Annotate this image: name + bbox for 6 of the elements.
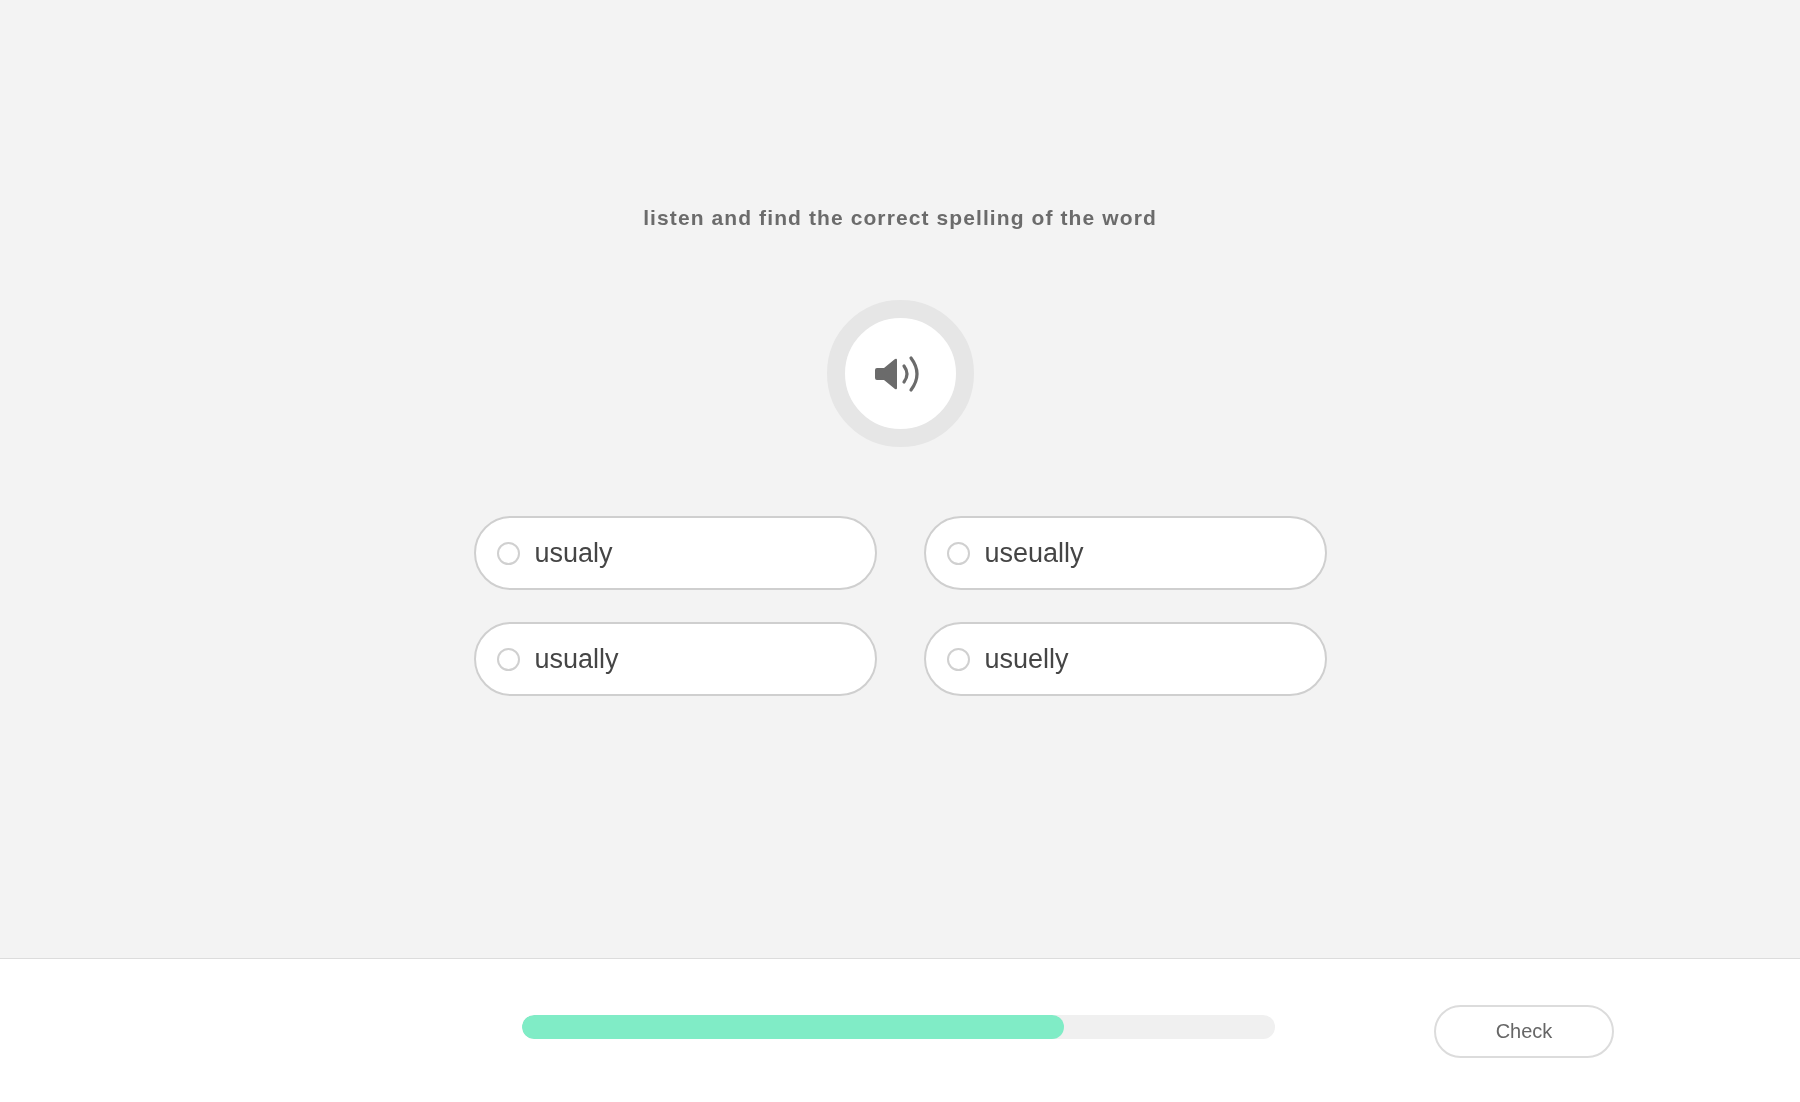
check-button[interactable]: Check bbox=[1434, 1005, 1614, 1058]
instruction-text: listen and find the correct spelling of the word bbox=[643, 205, 1157, 231]
answer-option[interactable]: usuelly bbox=[923, 622, 1327, 696]
answer-option[interactable]: usualy bbox=[473, 516, 877, 590]
answer-option[interactable]: useually bbox=[923, 516, 1327, 590]
answer-option[interactable]: usually bbox=[473, 622, 877, 696]
